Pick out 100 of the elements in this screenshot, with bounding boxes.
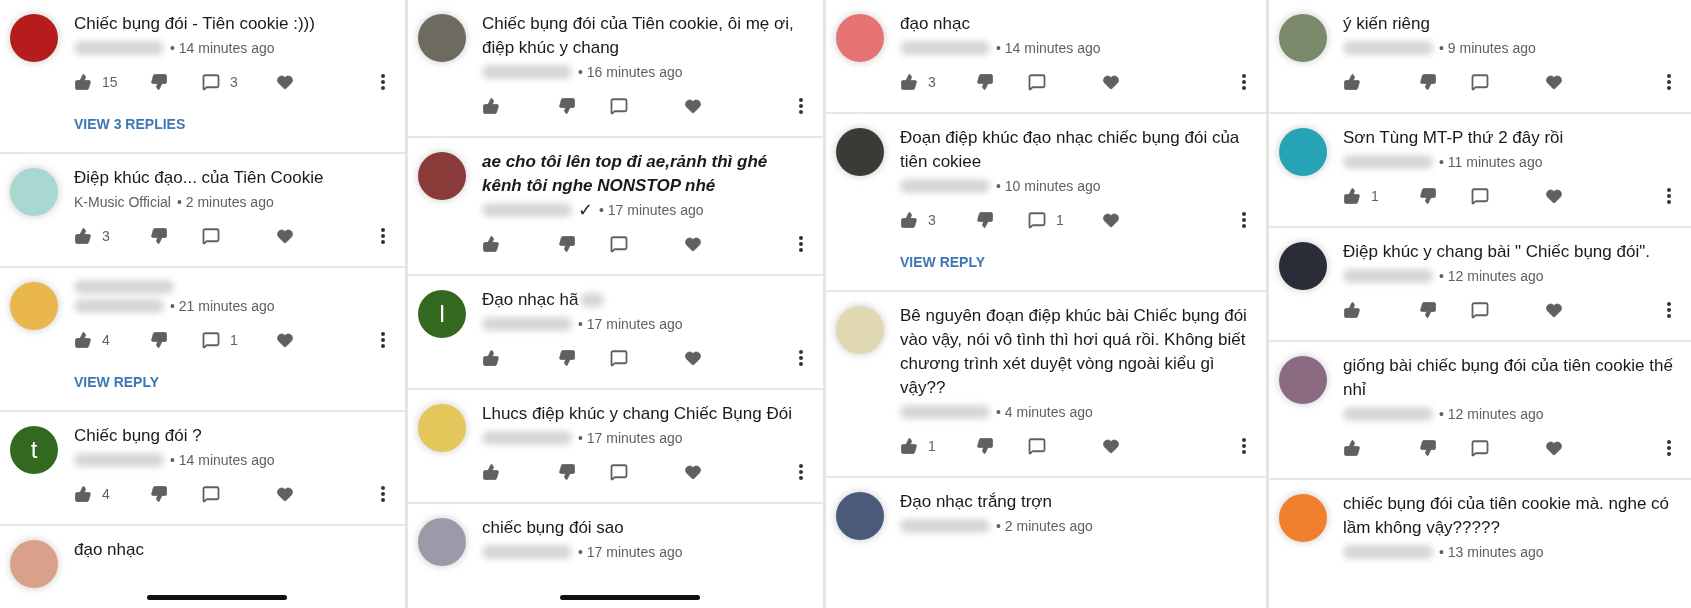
speech-bubble-icon [610,463,628,481]
thumbs-down-icon [150,227,168,245]
more-menu-button[interactable] [1242,438,1246,454]
more-menu-button[interactable] [1667,440,1671,456]
more-icon [799,98,803,114]
thumbs-up-icon [74,485,92,503]
avatar[interactable] [10,14,58,62]
more-menu-button[interactable] [1242,212,1246,228]
like-button[interactable]: 3 [900,211,976,229]
view-replies-link[interactable]: VIEW REPLY [900,242,986,282]
comment-text: Điệp khúc y chang bài " Chiếc bụng đói". [1343,241,1650,263]
heart-icon [1102,437,1120,455]
avatar[interactable] [1279,242,1327,290]
comment-text: đạo nhạc [900,13,970,35]
speech-bubble-icon [1028,211,1046,229]
heart-icon [276,227,294,245]
more-menu-button[interactable] [1667,74,1671,90]
comment-text: Đạo nhạc hã [482,289,579,311]
more-menu-button[interactable] [381,332,385,348]
heart-icon [1545,301,1563,319]
comment-time: • 13 minutes ago [1439,544,1544,560]
more-menu-button[interactable] [381,486,385,502]
like-button[interactable]: 4 [74,485,150,503]
author-name[interactable]: K-Music Official [74,194,171,210]
view-replies-link[interactable]: VIEW REPLY [74,362,160,402]
more-icon [1242,438,1246,454]
avatar[interactable]: t [10,426,58,474]
speech-bubble-icon [202,227,220,245]
thumbs-down-icon [1419,301,1437,319]
more-icon [1242,212,1246,228]
thumbs-up-icon [1343,439,1361,457]
comment-time: • 16 minutes ago [578,64,683,80]
thumbs-down-icon [1419,187,1437,205]
speech-bubble-icon [1471,301,1489,319]
more-menu-button[interactable] [799,464,803,480]
thumbs-down-icon [150,331,168,349]
comment-time: • 17 minutes ago [578,544,683,560]
thumbs-up-icon [1343,187,1361,205]
speech-bubble-icon [202,73,220,91]
comment-time: • 12 minutes ago [1439,406,1544,422]
like-button[interactable]: 1 [900,437,976,455]
more-icon [799,350,803,366]
more-icon [1667,302,1671,318]
comment-time: • 2 minutes ago [177,194,274,210]
more-icon [1667,440,1671,456]
speech-bubble-icon [202,485,220,503]
heart-icon [1102,73,1120,91]
comment-text: Sơn Tùng MT-P thứ 2 đây rồi [1343,127,1564,149]
thumbs-up-icon [482,97,500,115]
reply-button[interactable]: 1 [1028,211,1102,229]
thumbs-down-icon [1419,73,1437,91]
more-icon [799,464,803,480]
comment-text: chiếc bụng đói sao [482,517,624,539]
more-menu-button[interactable] [799,350,803,366]
heart-icon [276,485,294,503]
like-button[interactable]: 3 [74,227,150,245]
comment-time: • 14 minutes ago [170,452,275,468]
thumbs-up-icon [900,73,918,91]
speech-bubble-icon [610,349,628,367]
thumbs-up-icon [74,227,92,245]
comment-text: Đoạn điệp khúc đạo nhạc chiếc bụng đói của tiên cokiee [900,127,1241,173]
avatar[interactable] [418,152,466,200]
more-menu-button[interactable] [1242,74,1246,90]
speech-bubble-icon [202,331,220,349]
comment-time: • 10 minutes ago [996,178,1101,194]
avatar[interactable] [836,492,884,540]
heart-icon [684,97,702,115]
comment-time: • 17 minutes ago [578,316,683,332]
thumbs-down-icon [150,485,168,503]
avatar-letter: t [30,436,38,464]
speech-bubble-icon [610,235,628,253]
like-button[interactable]: 15 [74,73,150,91]
like-button[interactable]: 1 [1343,187,1419,205]
thumbs-down-icon [558,97,576,115]
more-icon [1242,74,1246,90]
avatar[interactable]: I [418,290,466,338]
comment-text: giống bài chiếc bụng đói của tiên cookie thế nhỉ [1343,355,1674,401]
comment-text: Lhucs điệp khúc y chang Chiếc Bụng Đói [482,403,792,425]
like-button[interactable]: 3 [900,73,976,91]
comment-text: Chiếc bụng đói - Tiên cookie :))) [74,13,315,35]
more-menu-button[interactable] [381,74,385,90]
speech-bubble-icon [1028,437,1046,455]
thumbs-up-icon [482,235,500,253]
reply-button[interactable]: 3 [202,73,276,91]
speech-bubble-icon [610,97,628,115]
like-button[interactable]: 4 [74,331,150,349]
more-menu-button[interactable] [1667,302,1671,318]
thumbs-down-icon [558,463,576,481]
comment-text: Điệp khúc đạo... của Tiên Cookie [74,167,324,189]
view-replies-link[interactable]: VIEW 3 REPLIES [74,104,186,144]
more-menu-button[interactable] [799,236,803,252]
more-menu-button[interactable] [799,98,803,114]
more-menu-button[interactable] [1667,188,1671,204]
reply-button[interactable]: 1 [202,331,276,349]
more-menu-button[interactable] [381,228,385,244]
comment-text: chiếc bụng đói của tiên cookie mà. nghe có lầm không vậy????? [1343,493,1671,539]
comment-time: • 14 minutes ago [170,40,275,56]
comment-time: • 11 minutes ago [1439,154,1543,170]
avatar[interactable] [836,128,884,176]
comment-time: • 9 minutes ago [1439,40,1536,56]
